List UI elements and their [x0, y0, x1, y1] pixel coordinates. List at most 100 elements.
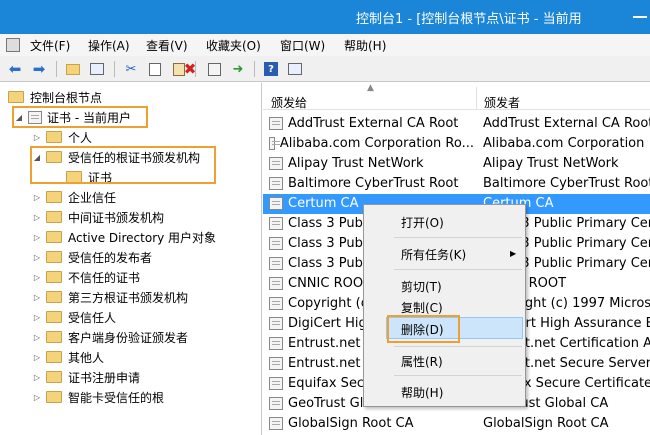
copy-icon[interactable]	[146, 60, 164, 78]
issued-to-text: CNNIC ROOT	[288, 276, 372, 291]
tree-item-label: 证书注册申请	[68, 370, 141, 385]
cut-icon[interactable]: ✂	[122, 60, 140, 78]
highlight-box	[30, 146, 216, 184]
cell-issued-by: GlobalSign Root CA	[483, 416, 609, 431]
tree-item[interactable]: ▷ 不信任的证书	[32, 267, 140, 287]
tree-root[interactable]: 控制台根节点	[8, 87, 102, 107]
context-menu-cut[interactable]: 剪切(T)	[401, 278, 442, 295]
menu-help[interactable]: 帮助(H)	[344, 37, 386, 54]
tree-item-label: 中间证书颁发机构	[68, 210, 165, 225]
issued-to-text: AddTrust External CA Root	[288, 116, 459, 131]
tree-item[interactable]: ▷ 客户端身份验证颁发者	[32, 327, 188, 347]
expand-arrow-icon[interactable]: ▷	[32, 273, 42, 282]
context-menu: 打开(O) 所有任务(K) ▶ 剪切(T) 复制(C) 删除(D) 属性(R) …	[363, 204, 526, 407]
title-bar[interactable]: 控制台1 - [控制台根节点\证书 - 当前用	[0, 0, 650, 34]
expand-arrow-icon[interactable]: ▷	[32, 313, 42, 322]
tree-item[interactable]: ▷ 证书注册申请	[32, 367, 140, 387]
menu-view[interactable]: 查看(V)	[146, 37, 188, 54]
expand-arrow-icon[interactable]: ▷	[32, 293, 42, 302]
help-icon[interactable]: ?	[262, 60, 280, 78]
folder-icon	[46, 211, 62, 223]
certificate-icon	[269, 177, 283, 190]
tree-item-label: 不信任的证书	[68, 270, 141, 285]
menu-favorites[interactable]: 收藏夹(O)	[206, 37, 261, 54]
context-menu-help[interactable]: 帮助(H)	[401, 384, 443, 401]
tree-item-label: 第三方根证书颁发机构	[68, 290, 189, 305]
expand-arrow-icon[interactable]: ▷	[32, 133, 42, 142]
issued-to-text: Alipay Trust NetWork	[288, 156, 424, 171]
menu-file[interactable]: 文件(F)	[30, 37, 70, 54]
certificate-icon	[269, 417, 283, 430]
tree-item[interactable]: ▷ 受信任人	[32, 307, 116, 327]
issued-to-text: Class 3 Publ	[288, 216, 367, 231]
certificate-icon	[269, 377, 283, 390]
tree-root-label: 控制台根节点	[30, 90, 103, 105]
tree-item-label: Active Directory 用户对象	[68, 230, 217, 245]
expand-arrow-icon[interactable]: ▷	[32, 393, 42, 402]
certificate-icon	[269, 257, 283, 270]
certificate-icon	[269, 297, 283, 310]
table-row[interactable]: AddTrust External CA Root AddTrust Extern…	[263, 114, 650, 134]
up-folder-icon[interactable]	[64, 60, 82, 78]
delete-icon[interactable]: ✖	[181, 60, 199, 78]
context-menu-open[interactable]: 打开(O)	[401, 214, 444, 231]
context-menu-copy[interactable]: 复制(C)	[401, 299, 443, 316]
console-tree: 控制台根节点 ◢ 证书 - 当前用户 ▷ 个人 ◢ 受信任的根证书颁发机构 证书 ▷ 企业信…	[0, 83, 262, 435]
table-row[interactable]: Alipay Trust NetWork Alipay Trust NetWork	[263, 154, 650, 174]
column-header-issued-to[interactable]: 颁发给	[271, 94, 307, 111]
table-row[interactable]: GlobalSign Root CA GlobalSign Root CA	[263, 414, 650, 434]
certificate-icon	[269, 157, 283, 170]
column-header-issued-by[interactable]: 颁发者	[484, 94, 520, 111]
issued-to-text: Class 3 Publ	[288, 236, 367, 251]
context-menu-properties[interactable]: 属性(R)	[401, 353, 443, 370]
mmc-window: 控制台1 - [控制台根节点\证书 - 当前用 文件(F) 操作(A) 查看(V…	[0, 0, 650, 435]
tree-item[interactable]: ▷ Active Directory 用户对象	[32, 227, 216, 247]
table-row[interactable]: Alibaba.com Corporation Ro... Alibaba.com…	[263, 134, 650, 154]
forward-icon[interactable]: ➡	[30, 60, 48, 78]
expand-arrow-icon[interactable]: ▷	[32, 233, 42, 242]
table-row[interactable]: Baltimore CyberTrust Root Baltimore Cyber…	[263, 174, 650, 194]
expand-arrow-icon[interactable]: ▷	[32, 373, 42, 382]
tree-item[interactable]: ▷ 个人	[32, 127, 92, 147]
issued-to-text: Class 3 Publ	[288, 256, 367, 271]
back-icon[interactable]: ⬅	[6, 60, 24, 78]
app-menu-icon[interactable]	[6, 38, 20, 52]
tree-item[interactable]: ▷ 其他人	[32, 347, 104, 367]
menu-window[interactable]: 窗口(W)	[280, 37, 325, 54]
issued-to-text: Baltimore CyberTrust Root	[288, 176, 459, 191]
folder-icon	[46, 291, 62, 303]
export-list-icon[interactable]: ➜	[229, 60, 247, 78]
folder-icon	[46, 331, 62, 343]
expand-arrow-icon[interactable]: ▷	[32, 213, 42, 222]
menu-bar: 文件(F) 操作(A) 查看(V) 收藏夹(O) 窗口(W) 帮助(H)	[0, 34, 650, 56]
show-hide-tree-icon[interactable]	[88, 60, 106, 78]
expand-arrow-icon[interactable]: ▷	[32, 193, 42, 202]
expand-arrow-icon[interactable]: ▷	[32, 253, 42, 262]
expand-arrow-icon[interactable]: ▷	[32, 333, 42, 342]
window-title: 控制台1 - [控制台根节点\证书 - 当前用	[356, 12, 582, 27]
tree-item-label: 个人	[68, 130, 93, 145]
cell-issued-to: Alipay Trust NetWork	[269, 156, 474, 171]
cell-issued-to: GlobalSign Root CA	[269, 416, 474, 431]
tree-item[interactable]: ▷ 中间证书颁发机构	[32, 207, 164, 227]
properties-icon[interactable]	[205, 60, 223, 78]
tree-item[interactable]: ▷ 受信任的发布者	[32, 247, 152, 267]
cell-issued-by: Alipay Trust NetWork	[483, 156, 619, 171]
certificate-icon	[269, 357, 283, 370]
menu-action[interactable]: 操作(A)	[88, 37, 130, 54]
folder-icon	[46, 351, 62, 363]
cell-issued-by: Baltimore CyberTrust Root	[483, 176, 650, 191]
issued-to-text: Entrust.net S	[288, 356, 373, 371]
tree-item[interactable]: ▷ 第三方根证书颁发机构	[32, 287, 188, 307]
minimize-icon[interactable]	[633, 16, 647, 18]
expand-arrow-icon[interactable]: ▷	[32, 353, 42, 362]
context-menu-all-tasks[interactable]: 所有任务(K)	[401, 246, 466, 263]
tree-item[interactable]: ▷ 企业信任	[32, 187, 116, 207]
tree-item-label: 智能卡受信任的根	[68, 390, 165, 405]
tree-item[interactable]: ▷ 智能卡受信任的根	[32, 387, 164, 407]
cell-issued-by: Alibaba.com Corporation	[483, 136, 645, 151]
cell-issued-to: Baltimore CyberTrust Root	[269, 176, 474, 191]
folder-icon	[46, 391, 62, 403]
issued-to-text: Entrust.net	[288, 336, 361, 351]
show-action-pane-icon[interactable]	[286, 60, 304, 78]
